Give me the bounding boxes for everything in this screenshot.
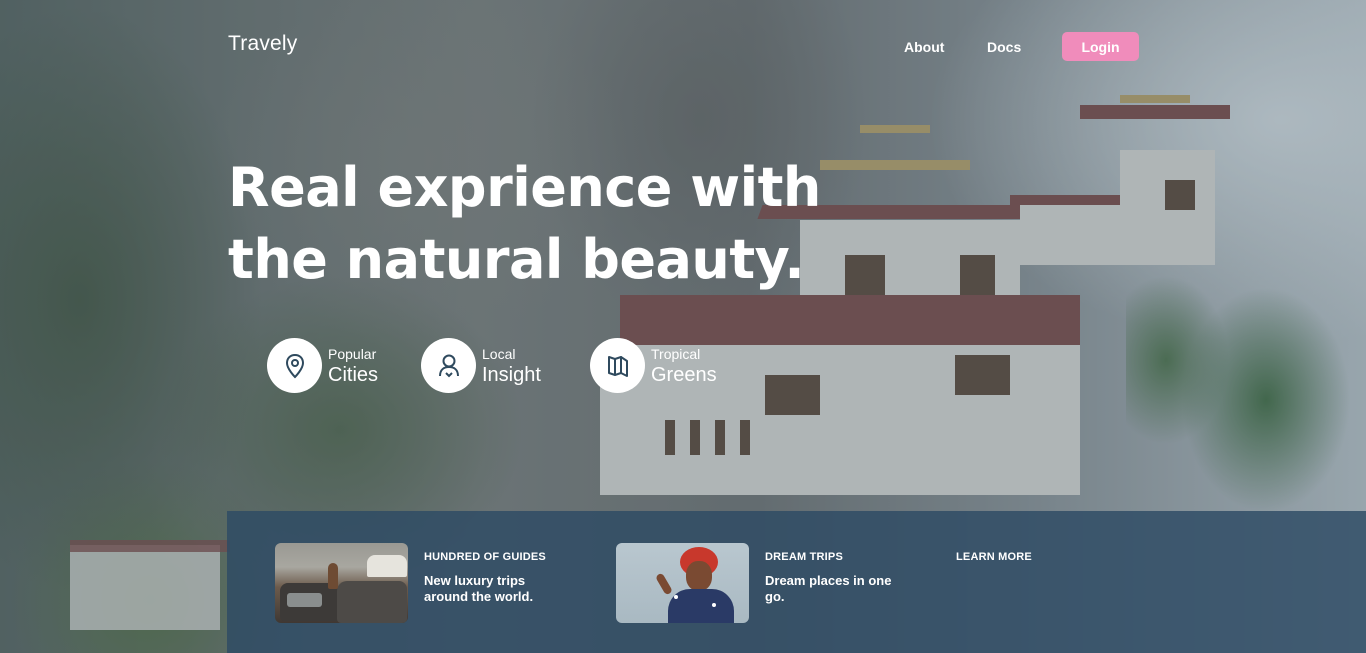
user-icon: [438, 354, 459, 377]
photo-smiling-woman[interactable]: [616, 543, 749, 623]
feature-small-label: Popular: [328, 345, 377, 362]
feature-big-label: Cities: [328, 363, 379, 386]
feature-tropical-greens[interactable]: Tropical Greens: [590, 338, 717, 393]
card-hundred-of-guides[interactable]: HUNDRED OF GUIDES New luxury trips aroun…: [275, 543, 546, 623]
headline-line-1: Real exprience with: [228, 156, 821, 219]
feature-icon-circle: [267, 338, 322, 393]
hero-headline: Real exprience with the natural beauty.: [228, 152, 848, 296]
feature-popular-cities[interactable]: Popular Cities: [267, 338, 378, 393]
feature-small-label: Local: [482, 345, 516, 362]
headline-line-2: the natural beauty.: [228, 228, 805, 291]
feature-big-label: Insight: [482, 363, 541, 386]
card-title: DREAM TRIPS: [765, 551, 843, 563]
card-dream-trips[interactable]: DREAM TRIPS Dream places in one go.: [616, 543, 891, 623]
login-button[interactable]: Login: [1062, 32, 1139, 61]
feature-big-label: Greens: [651, 363, 717, 386]
photo-car-travelers[interactable]: [275, 543, 408, 623]
brand-logo[interactable]: Travely: [228, 32, 297, 56]
card-title: HUNDRED OF GUIDES: [424, 551, 546, 563]
card-description: New luxury trips around the world.: [424, 573, 534, 604]
hero-section: Travely About Docs Login Real exprience …: [0, 0, 1366, 653]
map-icon: [607, 355, 628, 377]
feature-small-label: Tropical: [651, 345, 701, 362]
learn-more-link[interactable]: LEARN MORE: [956, 551, 1032, 563]
nav-link-docs[interactable]: Docs: [987, 39, 1021, 55]
feature-icon-circle: [421, 338, 476, 393]
card-description: Dream places in one go.: [765, 573, 892, 604]
map-pin-icon: [285, 353, 304, 378]
info-panel: HUNDRED OF GUIDES New luxury trips aroun…: [227, 511, 1366, 653]
feature-icon-circle: [590, 338, 645, 393]
feature-local-insight[interactable]: Local Insight: [421, 338, 541, 393]
nav-link-about[interactable]: About: [904, 39, 944, 55]
